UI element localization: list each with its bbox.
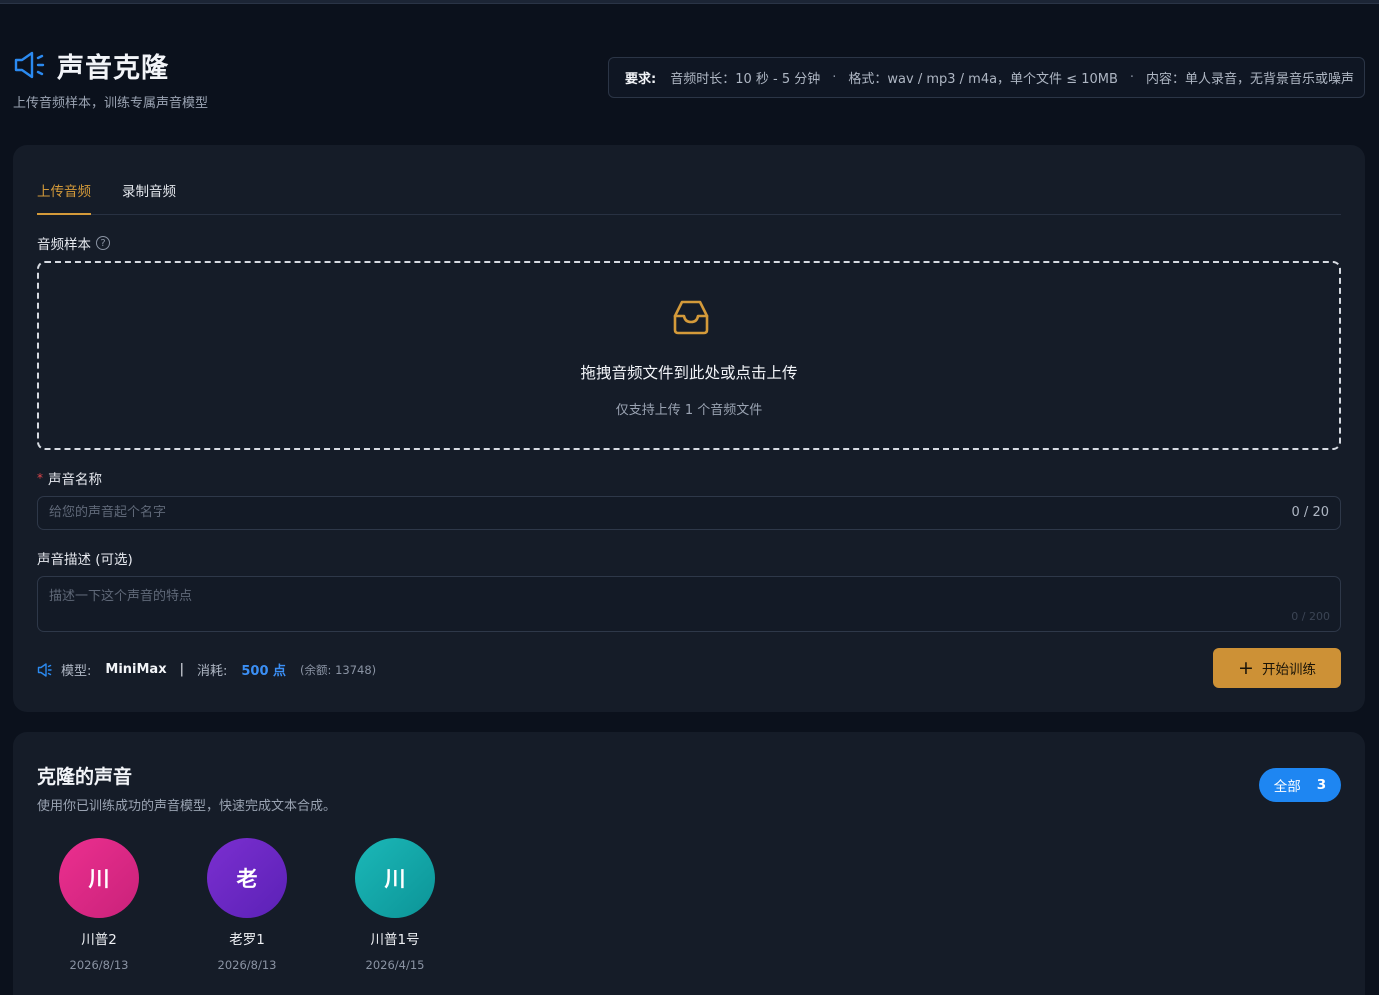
model-info-row: 模型: MiniMax | 消耗: 500 点 (余额: 13748) — [37, 660, 376, 679]
voice-name: 川普2 — [81, 932, 117, 948]
top-border — [0, 0, 1379, 4]
cloned-voices-subtitle: 使用你已训练成功的声音模型，快速完成文本合成。 — [37, 799, 337, 814]
page-header: 声音克隆 上传音频样本，训练专属声音模型 要求: 音频时长：10 秒 - 5 分… — [13, 44, 1365, 114]
avatar: 川 — [59, 838, 139, 918]
voice-card[interactable]: 川 川普2 2026/8/13 — [47, 838, 151, 972]
voice-name-label: * 声音名称 — [37, 468, 102, 488]
voice-name-count: 0 / 20 — [1291, 505, 1329, 520]
inbox-icon — [673, 300, 709, 335]
dropzone-title: 拖拽音频文件到此处或点击上传 — [580, 364, 798, 382]
tab-bar: 上传音频 录制音频 — [37, 181, 1341, 215]
dropzone-hint: 仅支持上传 1 个音频文件 — [615, 403, 763, 418]
requirement-format: 格式：wav / mp3 / m4a，单个文件 ≤ 10MB — [848, 72, 1118, 87]
audio-sample-label-text: 音频样本 — [37, 237, 91, 253]
voice-date: 2026/8/13 — [217, 958, 277, 972]
speaker-icon — [14, 51, 45, 79]
requirements-box: 要求: 音频时长：10 秒 - 5 分钟 · 格式：wav / mp3 / m4… — [608, 57, 1365, 98]
model-label: 模型: — [61, 664, 92, 679]
cloned-voices-title: 克隆的声音 — [37, 766, 133, 788]
voice-desc-input[interactable] — [49, 585, 1249, 625]
requirement-content: 内容：单人录音，无背景音乐或噪声 — [1146, 72, 1355, 87]
voice-desc-label: 声音描述 (可选) — [37, 552, 133, 568]
filter-all-button[interactable]: 全部 3 — [1259, 768, 1341, 802]
requirement-duration: 音频时长：10 秒 - 5 分钟 — [670, 72, 821, 87]
voice-name-input[interactable] — [49, 505, 1249, 520]
requirement-separator: · — [1129, 70, 1135, 85]
voice-name: 川普1号 — [370, 932, 420, 948]
filter-label: 全部 — [1273, 779, 1301, 795]
voice-date: 2026/4/15 — [365, 958, 425, 972]
plus-icon: + — [1238, 657, 1254, 679]
voice-name: 老罗1 — [229, 932, 265, 948]
voice-date: 2026/8/13 — [69, 958, 129, 972]
clone-form-card: 上传音频 录制音频 音频样本 ? 拖拽音频文件到此处或点击上传 仅支持上传 1 … — [13, 145, 1365, 712]
start-training-button[interactable]: + 开始训练 — [1213, 648, 1341, 688]
start-training-label: 开始训练 — [1261, 662, 1316, 678]
info-separator: | — [179, 662, 184, 677]
voice-list: 川 川普2 2026/8/13 老 老罗1 2026/8/13 川 川普1号 2… — [47, 838, 491, 972]
requirement-separator: · — [832, 70, 837, 85]
tab-upload-audio[interactable]: 上传音频 — [37, 181, 91, 215]
page-title: 声音克隆 — [57, 52, 169, 84]
help-icon[interactable]: ? — [96, 236, 110, 250]
voice-desc-count: 0 / 200 — [1291, 610, 1330, 623]
tab-record-audio[interactable]: 录制音频 — [122, 181, 176, 215]
audio-sample-label: 音频样本 ? — [37, 233, 110, 253]
voice-name-field: 0 / 20 — [37, 496, 1341, 530]
required-mark: * — [37, 471, 43, 485]
model-value: MiniMax — [105, 662, 167, 677]
voice-name-label-text: 声音名称 — [48, 472, 102, 488]
voice-card[interactable]: 老 老罗1 2026/8/13 — [195, 838, 299, 972]
avatar: 老 — [207, 838, 287, 918]
avatar: 川 — [355, 838, 435, 918]
cloned-voices-card: 克隆的声音 使用你已训练成功的声音模型，快速完成文本合成。 全部 3 川 川普2… — [13, 732, 1365, 995]
voice-desc-field: 0 / 200 — [37, 576, 1341, 632]
cost-label: 消耗: — [196, 664, 228, 679]
audio-dropzone[interactable]: 拖拽音频文件到此处或点击上传 仅支持上传 1 个音频文件 — [37, 261, 1341, 450]
voice-card[interactable]: 川 川普1号 2026/4/15 — [343, 838, 447, 972]
cost-value: 500 点 — [241, 664, 287, 679]
requirements-label: 要求: — [625, 72, 657, 87]
balance-text: (余额: 13748) — [300, 662, 377, 677]
speaker-icon — [37, 662, 52, 677]
filter-count: 3 — [1316, 777, 1327, 793]
